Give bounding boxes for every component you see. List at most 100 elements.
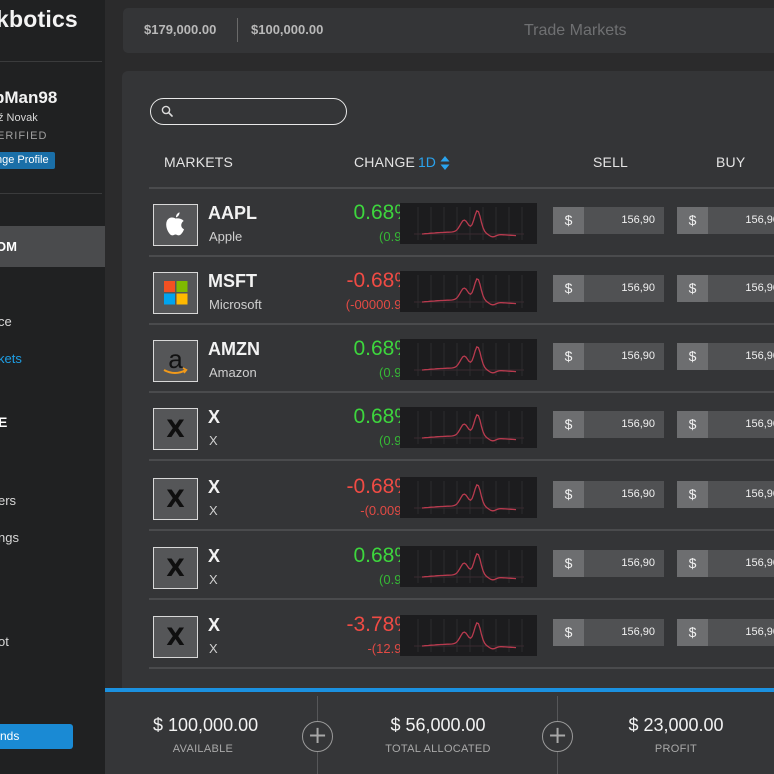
sell-button[interactable]: $156,90	[553, 343, 664, 370]
sell-price: 156,90	[621, 214, 655, 226]
company-logo	[153, 272, 198, 314]
buy-price: 156,90	[745, 557, 774, 569]
market-name: X	[209, 503, 218, 518]
brand-logo-text: kbotics	[0, 6, 78, 32]
buy-price: 156,90	[745, 214, 774, 226]
change-profile-button[interactable]: nge Profile	[0, 152, 55, 169]
dollar-icon: $	[553, 619, 584, 646]
market-symbol: X	[208, 477, 221, 497]
company-logo	[153, 204, 198, 246]
add-funds-button[interactable]: nds	[0, 724, 73, 749]
column-header-change: CHANGE	[354, 154, 416, 170]
sidebar-item-balance[interactable]: ce	[0, 314, 12, 329]
search-input[interactable]	[177, 102, 337, 120]
total-allocated-amount: $ 56,000.00	[390, 715, 486, 735]
sidebar-divider	[0, 193, 102, 194]
x-icon: X	[166, 415, 185, 443]
sparkline-chart	[414, 411, 524, 444]
sell-button[interactable]: $156,90	[553, 207, 664, 234]
total-allocated-label: TOTAL ALLOCATED	[385, 743, 491, 755]
sort-icon[interactable]	[440, 155, 450, 171]
sell-button[interactable]: $156,90	[553, 275, 664, 302]
sidebar-item-bot[interactable]: ot	[0, 634, 9, 649]
x-icon: X	[166, 485, 185, 513]
market-row[interactable]: AAPLApple0.68%(0.93)$156,90$156,90	[149, 189, 774, 257]
sell-price: 156,90	[621, 626, 655, 638]
row-divider	[149, 529, 774, 531]
sparkline-chart	[414, 275, 524, 308]
market-row[interactable]: aAMZNAmazon0.68%(0.93)$156,90$156,90	[149, 325, 774, 393]
sidebar-item-settings[interactable]: ngs	[0, 530, 19, 545]
market-row[interactable]: XXX-3.78%-(12.93)$156,90$156,90	[149, 601, 774, 669]
market-row[interactable]: XXX-0.68%-(0.0093)$156,90$156,90	[149, 463, 774, 531]
markets-panel: MARKETS CHANGE 1D SELL BUY AAPL Apple 0.68…	[122, 71, 774, 711]
company-logo: X	[153, 616, 198, 658]
market-row[interactable]: XXX0.68%(0.93)$156,90$156,90	[149, 393, 774, 461]
sell-button[interactable]: $156,90	[553, 550, 664, 577]
search-icon	[161, 105, 173, 117]
sparkline	[400, 615, 537, 656]
buy-button[interactable]: $156,90	[677, 411, 774, 438]
available-label: AVAILABLE	[172, 743, 234, 755]
sell-button[interactable]: $156,90	[553, 619, 664, 646]
footer-summary: $ 100,000.00 AVAILABLE + $ 56,000.00 TOT…	[105, 688, 774, 774]
top-bar: $179,000.00 $100,000.00 Trade Markets	[123, 8, 774, 53]
buy-price: 156,90	[745, 350, 774, 362]
dollar-icon: $	[677, 207, 708, 234]
sidebar-item-orders[interactable]: ers	[0, 493, 16, 508]
svg-text:a: a	[168, 344, 183, 374]
sparkline-chart	[414, 481, 524, 514]
period-selector[interactable]: 1D	[418, 154, 436, 170]
profit-label: PROFIT	[654, 743, 698, 755]
sell-button[interactable]: $156,90	[553, 411, 664, 438]
sell-button[interactable]: $156,90	[553, 481, 664, 508]
sparkline-chart	[414, 207, 524, 240]
market-symbol: X	[208, 546, 221, 566]
sparkline	[400, 203, 537, 244]
sparkline	[400, 477, 537, 518]
sidebar-item-trade-markets[interactable]: kets	[0, 351, 22, 366]
sidebar: kbotics pMan98 ž Novak ERIFIED nge Profi…	[0, 0, 105, 774]
profit-amount: $ 23,000.00	[628, 715, 724, 735]
dollar-icon: $	[553, 207, 584, 234]
sell-price: 156,90	[621, 350, 655, 362]
x-icon: X	[166, 623, 185, 651]
buy-price: 156,90	[745, 418, 774, 430]
dollar-icon: $	[553, 275, 584, 302]
market-name: Microsoft	[209, 297, 262, 312]
topbar-divider	[237, 18, 238, 42]
market-row[interactable]: MSFT Microsoft -0.68% (-00000.93) $156,90 $15…	[149, 257, 774, 325]
x-icon: X	[166, 554, 185, 582]
sparkline	[400, 271, 537, 312]
add-allocation-button[interactable]: +	[302, 721, 333, 752]
sidebar-divider	[0, 61, 102, 62]
sell-price: 156,90	[621, 282, 655, 294]
search-box[interactable]	[150, 98, 347, 125]
buy-button[interactable]: $156,90	[677, 207, 774, 234]
market-symbol: AMZN	[208, 339, 260, 359]
column-header-markets: MARKETS	[164, 154, 234, 170]
market-name: X	[209, 433, 218, 448]
sidebar-active-section-label: OM	[0, 239, 17, 254]
market-symbol: X	[208, 407, 221, 427]
buy-button[interactable]: $156,90	[677, 619, 774, 646]
dollar-icon: $	[677, 411, 708, 438]
company-logo: X	[153, 547, 198, 589]
sell-price: 156,90	[621, 418, 655, 430]
dollar-icon: $	[677, 619, 708, 646]
buy-button[interactable]: $156,90	[677, 550, 774, 577]
amazon-icon: a	[163, 344, 188, 374]
add-profit-button[interactable]: +	[542, 721, 573, 752]
dollar-icon: $	[553, 343, 584, 370]
column-header-sell: SELL	[593, 154, 629, 170]
company-logo: X	[153, 478, 198, 520]
buy-button[interactable]: $156,90	[677, 275, 774, 302]
buy-price: 156,90	[745, 626, 774, 638]
dollar-icon: $	[677, 481, 708, 508]
buy-button[interactable]: $156,90	[677, 343, 774, 370]
buy-button[interactable]: $156,90	[677, 481, 774, 508]
username: pMan98	[0, 88, 58, 107]
market-row[interactable]: XXX0.68%(0.93)$156,90$156,90	[149, 532, 774, 600]
page-title: Trade Markets	[524, 22, 627, 39]
market-symbol: AAPL	[208, 203, 257, 223]
